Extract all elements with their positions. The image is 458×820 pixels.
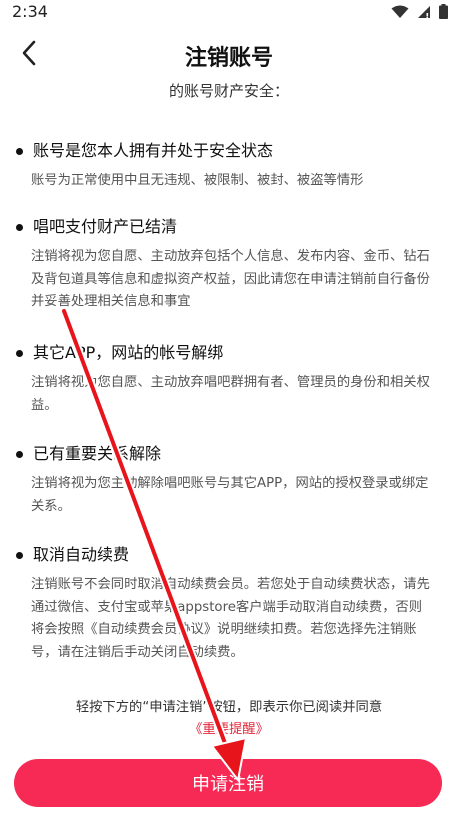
bullet-icon [16, 551, 23, 559]
section-description: 注销账号不会同时取消自动续费会员。若您处于自动续费状态，请先通过微信、支付宝或苹… [31, 577, 430, 660]
section-description: 注销将视为您自愿、主动放弃包括个人信息、发布内容、金币、钻石及背包道具等信息和虚… [31, 249, 430, 309]
section-unbind-accounts: 其它APP，网站的帐号解绑 注销将视为您自愿、主动放弃唱吧群拥有者、管理员的身份… [14, 342, 434, 417]
signal-icon [417, 4, 431, 23]
wifi-icon [391, 4, 409, 23]
section-description: 注销将视为您自愿、主动放弃唱吧群拥有者、管理员的身份和相关权益。 [31, 375, 430, 413]
section-title: 唱吧支付财产已结清 [33, 217, 178, 236]
section-description: 注销将视为您主动解除唱吧账号与其它APP，网站的授权登录或绑定关系。 [31, 476, 429, 514]
important-reminder-link[interactable]: 《重要提醒》 [0, 718, 458, 737]
status-time: 2:34 [12, 2, 48, 21]
section-relations-released: 已有重要关系解除 注销将视为您主动解除唱吧账号与其它APP，网站的授权登录或绑定… [14, 443, 434, 518]
subtitle: 的账号财产安全： [168, 82, 289, 100]
bullet-icon [16, 349, 23, 357]
bullet-icon [16, 147, 23, 155]
battery-icon [439, 4, 448, 23]
section-account-safe: 账号是您本人拥有并处于安全状态 账号为正常使用中且无违规、被限制、被封、被盗等情… [14, 140, 434, 193]
page-title: 注销账号 [184, 46, 273, 71]
section-cancel-auto-renew: 取消自动续费 注销账号不会同时取消自动续费会员。若您处于自动续费状态，请先通过微… [14, 544, 434, 664]
apply-cancel-account-button[interactable]: 申请注销 [14, 759, 442, 807]
status-icons [391, 4, 448, 23]
nav-bar: 注销账号 [0, 34, 458, 74]
section-description: 账号为正常使用中且无违规、被限制、被封、被盗等情形 [31, 173, 364, 188]
section-title: 其它APP，网站的帐号解绑 [33, 343, 224, 362]
bullet-icon [16, 223, 23, 231]
section-title: 已有重要关系解除 [33, 444, 162, 463]
section-payment-settled: 唱吧支付财产已结清 注销将视为您自愿、主动放弃包括个人信息、发布内容、金币、钻石… [14, 216, 434, 314]
consent-notice: 轻按下方的“申请注销”按钮，即表示你已阅读并同意 [75, 700, 383, 715]
bullet-icon [16, 450, 23, 458]
section-title: 取消自动续费 [33, 545, 130, 564]
status-bar: 2:34 [0, 0, 458, 24]
section-title: 账号是您本人拥有并处于安全状态 [33, 141, 274, 160]
